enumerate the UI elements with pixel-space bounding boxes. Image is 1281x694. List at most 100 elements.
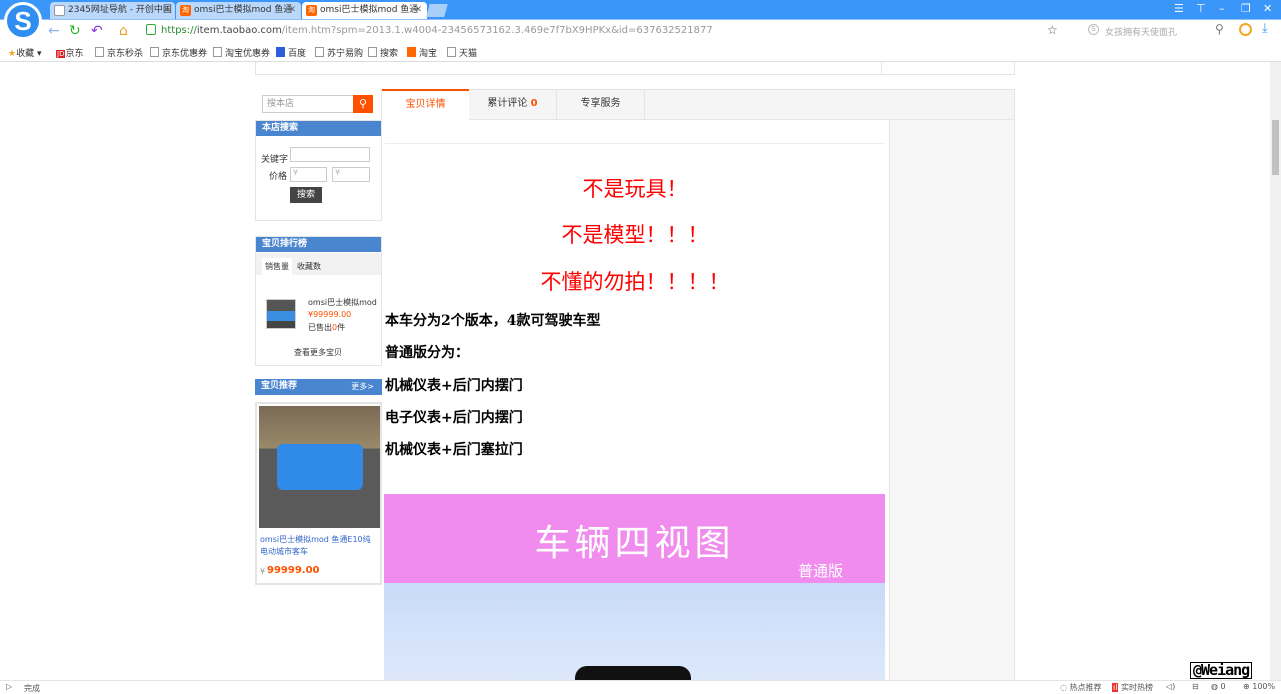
search-button[interactable]: ⚲	[353, 95, 373, 113]
see-more-link[interactable]: 查看更多宝贝	[294, 347, 342, 358]
bookmark-taobao[interactable]: 淘宝	[407, 46, 437, 59]
status-text: 完成	[24, 684, 40, 693]
bookmark-baidu[interactable]: 百度	[276, 46, 306, 59]
divider	[385, 143, 885, 144]
close-window-icon[interactable]: ✕	[1263, 2, 1272, 15]
bookmark[interactable]: 天猫	[447, 46, 477, 59]
tab-label: omsi巴士模拟mod 鱼通	[194, 5, 293, 15]
description-line: 电子仪表+后门内摆门	[385, 410, 523, 426]
bookmark[interactable]: 搜索	[368, 46, 398, 59]
bookmark[interactable]: 苏宁易购	[315, 46, 363, 59]
search-engine-icon[interactable]: S	[1088, 24, 1099, 35]
warning-text: 不是玩具！	[582, 177, 688, 201]
browser-logo[interactable]: S	[4, 2, 42, 40]
bookmark-favorites[interactable]: ★收藏 ▾	[8, 46, 41, 59]
undo-icon[interactable]: ↶	[91, 23, 103, 39]
sidebar-toggle-icon[interactable]: ▷	[6, 682, 12, 691]
realtime-button[interactable]: ıl 实时热榜	[1112, 682, 1153, 693]
shop-search-button[interactable]: 搜索	[290, 187, 322, 203]
tab-favorites[interactable]: 收藏数	[297, 261, 321, 272]
product-name[interactable]: omsi巴士模拟mod	[308, 297, 377, 308]
close-tab-icon[interactable]: ✕	[162, 2, 170, 19]
taobao-icon: 淘	[180, 5, 191, 16]
detail-tabs: 宝贝详情 累计评论 0 专享服务	[381, 89, 1015, 120]
panel-title: 宝贝排行榜	[256, 237, 381, 252]
bookmark[interactable]: 京东秒杀	[95, 46, 143, 59]
bus-graphic	[277, 444, 363, 490]
recommend-header: 宝贝推荐 更多>	[255, 379, 382, 395]
shop-search-panel: 本店搜索 关键字 价格 ¥ ¥ 搜索	[255, 120, 382, 221]
ranking-tabs: 销售量 收藏数	[256, 253, 381, 275]
tab-reviews[interactable]: 累计评论 0	[469, 90, 557, 120]
banner-title: 车辆四视图	[534, 523, 735, 564]
divider	[881, 62, 882, 75]
screenshot-icon[interactable]: ⊟	[1192, 682, 1199, 691]
right-column	[889, 120, 1015, 680]
taobao-icon: 淘	[306, 5, 317, 16]
secure-shield-icon	[146, 24, 156, 35]
back-icon[interactable]: ←	[48, 23, 60, 39]
star-icon[interactable]: ☆	[1047, 23, 1058, 37]
address-toolbar: ← ↻ ↶ ⌂ https://item.taobao.com/item.htm…	[0, 19, 1281, 42]
search-icon[interactable]: ⚲	[1215, 22, 1224, 36]
warning-text: 不懂的勿拍！！！！	[540, 270, 730, 294]
product-thumbnail[interactable]	[266, 299, 296, 329]
shop-search-input[interactable]: 搜本店	[262, 95, 354, 113]
home-icon[interactable]: ⌂	[119, 23, 128, 39]
browser-tab[interactable]: 2345网址导航 - 开创中国 ✕	[50, 2, 175, 19]
tab-sales[interactable]: 销售量	[262, 258, 292, 275]
scrollbar-thumb[interactable]	[1272, 120, 1279, 175]
tab-details[interactable]: 宝贝详情	[382, 89, 469, 120]
tab-services[interactable]: 专享服务	[557, 90, 645, 120]
close-tab-icon[interactable]: ✕	[414, 2, 422, 19]
price-max-input[interactable]: ¥	[332, 167, 370, 182]
description-line: 机械仪表+后门塞拉门	[385, 442, 523, 458]
ranking-panel: 宝贝排行榜 销售量 收藏数 omsi巴士模拟mod ¥99999.00 已售出0…	[255, 236, 382, 366]
skin-icon[interactable]: ⊤	[1196, 2, 1206, 15]
sold-count: 已售出0件	[308, 323, 346, 332]
menu-icon[interactable]: ☰	[1174, 2, 1184, 15]
page-icon	[54, 5, 65, 16]
bookmark[interactable]: 淘宝优惠券	[213, 46, 270, 59]
description-line: 机械仪表+后门内摆门	[385, 378, 523, 394]
download-icon[interactable]: ⤓	[1262, 21, 1268, 36]
price-min-input[interactable]: ¥	[290, 167, 327, 182]
vehicle-image	[384, 583, 885, 686]
browser-tab-active[interactable]: 淘 omsi巴士模拟mod 鱼通 ✕	[302, 2, 427, 19]
status-bar: ▷ 完成 ◌ 热点推荐 ıl 实时热榜 ◁) ⊟ ◍ 0 ⊕ 100%	[0, 680, 1281, 694]
refresh-icon[interactable]: ↻	[69, 23, 81, 39]
tab-label: omsi巴士模拟mod 鱼通	[320, 5, 419, 15]
keyword-label: 关键字	[261, 155, 289, 165]
zoom-level[interactable]: ⊕ 100%	[1243, 682, 1275, 691]
product-name-link[interactable]: omsi巴士模拟mod 鱼通E10纯电动城市客车	[260, 534, 378, 558]
downloads-count[interactable]: ◍ 0	[1211, 682, 1226, 691]
bookmark-jd[interactable]: JD京东	[56, 46, 83, 59]
four-view-banner: 车辆四视图 普通版	[384, 494, 885, 583]
scrollbar[interactable]	[1270, 62, 1281, 680]
sound-icon[interactable]: ◁)	[1166, 682, 1175, 691]
close-tab-icon[interactable]: ✕	[288, 2, 296, 19]
price-label: 价格	[269, 172, 288, 182]
warning-text: 不是模型！！！	[561, 223, 709, 247]
banner-subtitle: 普通版	[798, 562, 844, 580]
top-panel-edge	[255, 62, 1015, 75]
product-price: 99999.00	[267, 565, 320, 576]
smile-icon[interactable]	[1239, 23, 1252, 36]
watermark: @Weiang	[1190, 662, 1253, 679]
tab-label: 2345网址导航 - 开创中国	[68, 5, 172, 15]
hot-news-button[interactable]: ◌ 热点推荐	[1060, 682, 1102, 693]
bookmark[interactable]: 京东优惠券	[150, 46, 207, 59]
browser-tab[interactable]: 淘 omsi巴士模拟mod 鱼通 ✕	[176, 2, 301, 19]
url-field[interactable]: https://item.taobao.com/item.htm?spm=201…	[161, 23, 713, 39]
recommend-card[interactable]: omsi巴士模拟mod 鱼通E10纯电动城市客车 ¥ 99999.00	[255, 402, 382, 585]
more-link[interactable]: 更多>	[351, 379, 374, 394]
minimize-icon[interactable]: –	[1219, 2, 1225, 15]
product-image[interactable]	[259, 406, 380, 528]
currency: ¥	[260, 567, 266, 576]
product-price: ¥99999.00	[308, 310, 352, 319]
new-tab-button[interactable]	[426, 4, 448, 17]
restore-icon[interactable]: ❐	[1241, 2, 1251, 15]
keyword-input[interactable]	[290, 147, 370, 162]
search-input[interactable]: 女孩拥有天使面孔	[1105, 25, 1177, 38]
description-line: 普通版分为：	[385, 345, 469, 361]
